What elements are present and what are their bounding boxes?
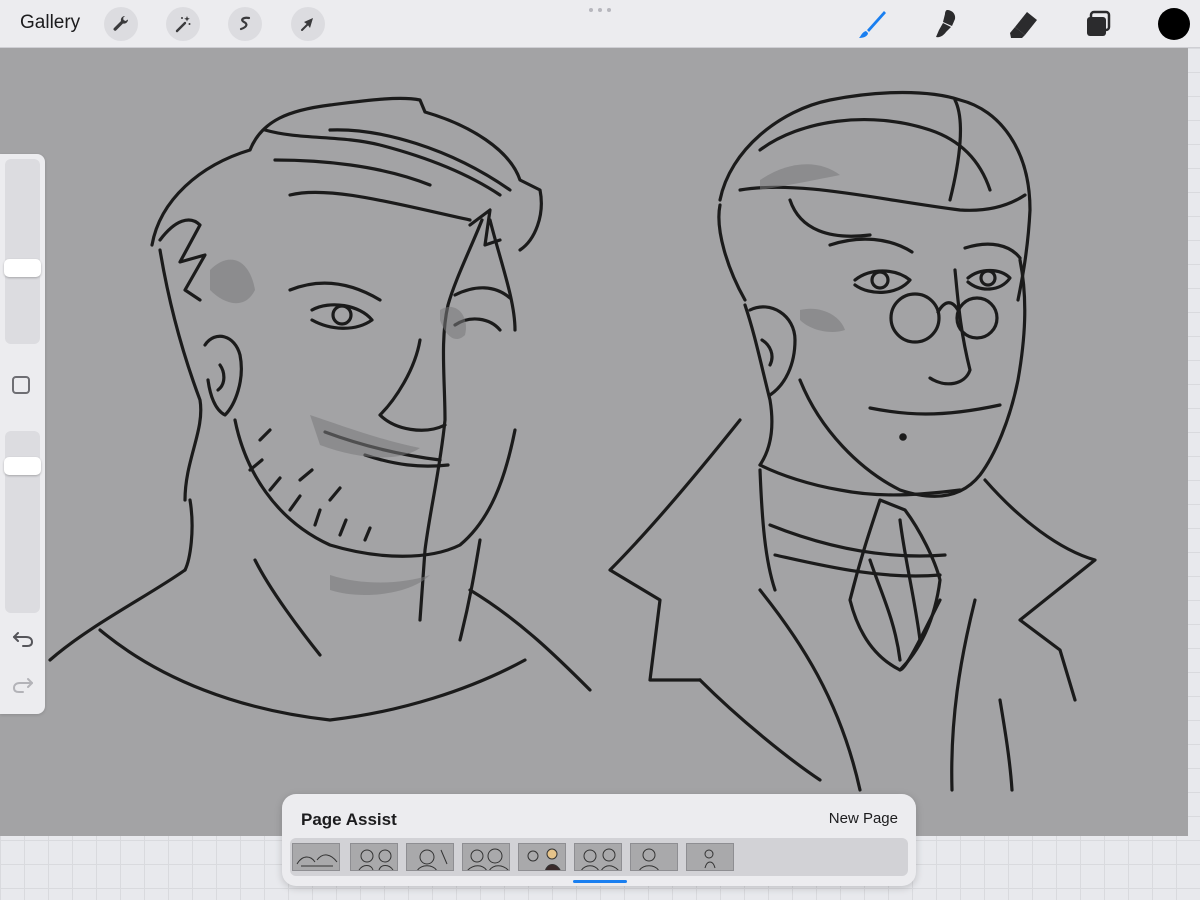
transform-button[interactable]	[291, 7, 325, 41]
modify-square-icon[interactable]	[12, 376, 30, 394]
color-picker-button[interactable]	[1158, 8, 1190, 40]
smudge-tool-button[interactable]	[929, 6, 965, 42]
page-thumbnail-strip	[290, 838, 908, 876]
brush-icon	[859, 11, 886, 38]
undo-button[interactable]	[10, 628, 36, 650]
wrench-button[interactable]	[104, 7, 138, 41]
selected-page-indicator	[573, 880, 627, 883]
page-thumbnail[interactable]	[686, 843, 734, 871]
window-grabber[interactable]	[589, 8, 611, 12]
page-thumbnail[interactable]	[350, 843, 398, 871]
opacity-thumb[interactable]	[4, 457, 41, 475]
sketch-artwork	[48, 90, 1097, 792]
layers-icon	[1087, 10, 1111, 36]
page-thumbnail[interactable]	[518, 843, 566, 871]
opacity-slider[interactable]	[4, 431, 41, 613]
brush-size-slider[interactable]	[4, 159, 41, 344]
magic-wand-icon	[175, 16, 191, 33]
selection-icon	[239, 16, 251, 31]
layers-tool-button[interactable]	[1080, 6, 1116, 42]
undo-icon	[13, 632, 34, 647]
brush-tool-button[interactable]	[855, 6, 891, 42]
left-sidebar	[0, 154, 45, 714]
smudge-icon	[936, 10, 956, 38]
page-thumbnail-selected[interactable]	[574, 843, 622, 871]
page-assist-title: Page Assist	[301, 810, 397, 829]
eraser-tool-button[interactable]	[1005, 6, 1041, 42]
adjustments-button[interactable]	[166, 7, 200, 41]
page-thumbnail[interactable]	[630, 843, 678, 871]
page-thumbnail[interactable]	[406, 843, 454, 871]
redo-icon	[12, 678, 33, 693]
brush-size-thumb[interactable]	[4, 259, 41, 277]
arrow-icon	[301, 18, 313, 31]
page-thumbnail[interactable]	[292, 843, 340, 871]
new-page-button[interactable]: New Page	[829, 810, 898, 827]
page-thumbnail[interactable]	[462, 843, 510, 871]
top-toolbar: Gallery	[0, 0, 1200, 48]
wrench-icon	[113, 15, 129, 31]
eraser-icon	[1010, 12, 1037, 38]
redo-button[interactable]	[10, 674, 36, 696]
drawing-canvas[interactable]	[0, 48, 1188, 836]
selection-button[interactable]	[228, 7, 262, 41]
gallery-button[interactable]: Gallery	[20, 12, 80, 34]
page-assist-panel: Page Assist New Page	[282, 794, 916, 886]
